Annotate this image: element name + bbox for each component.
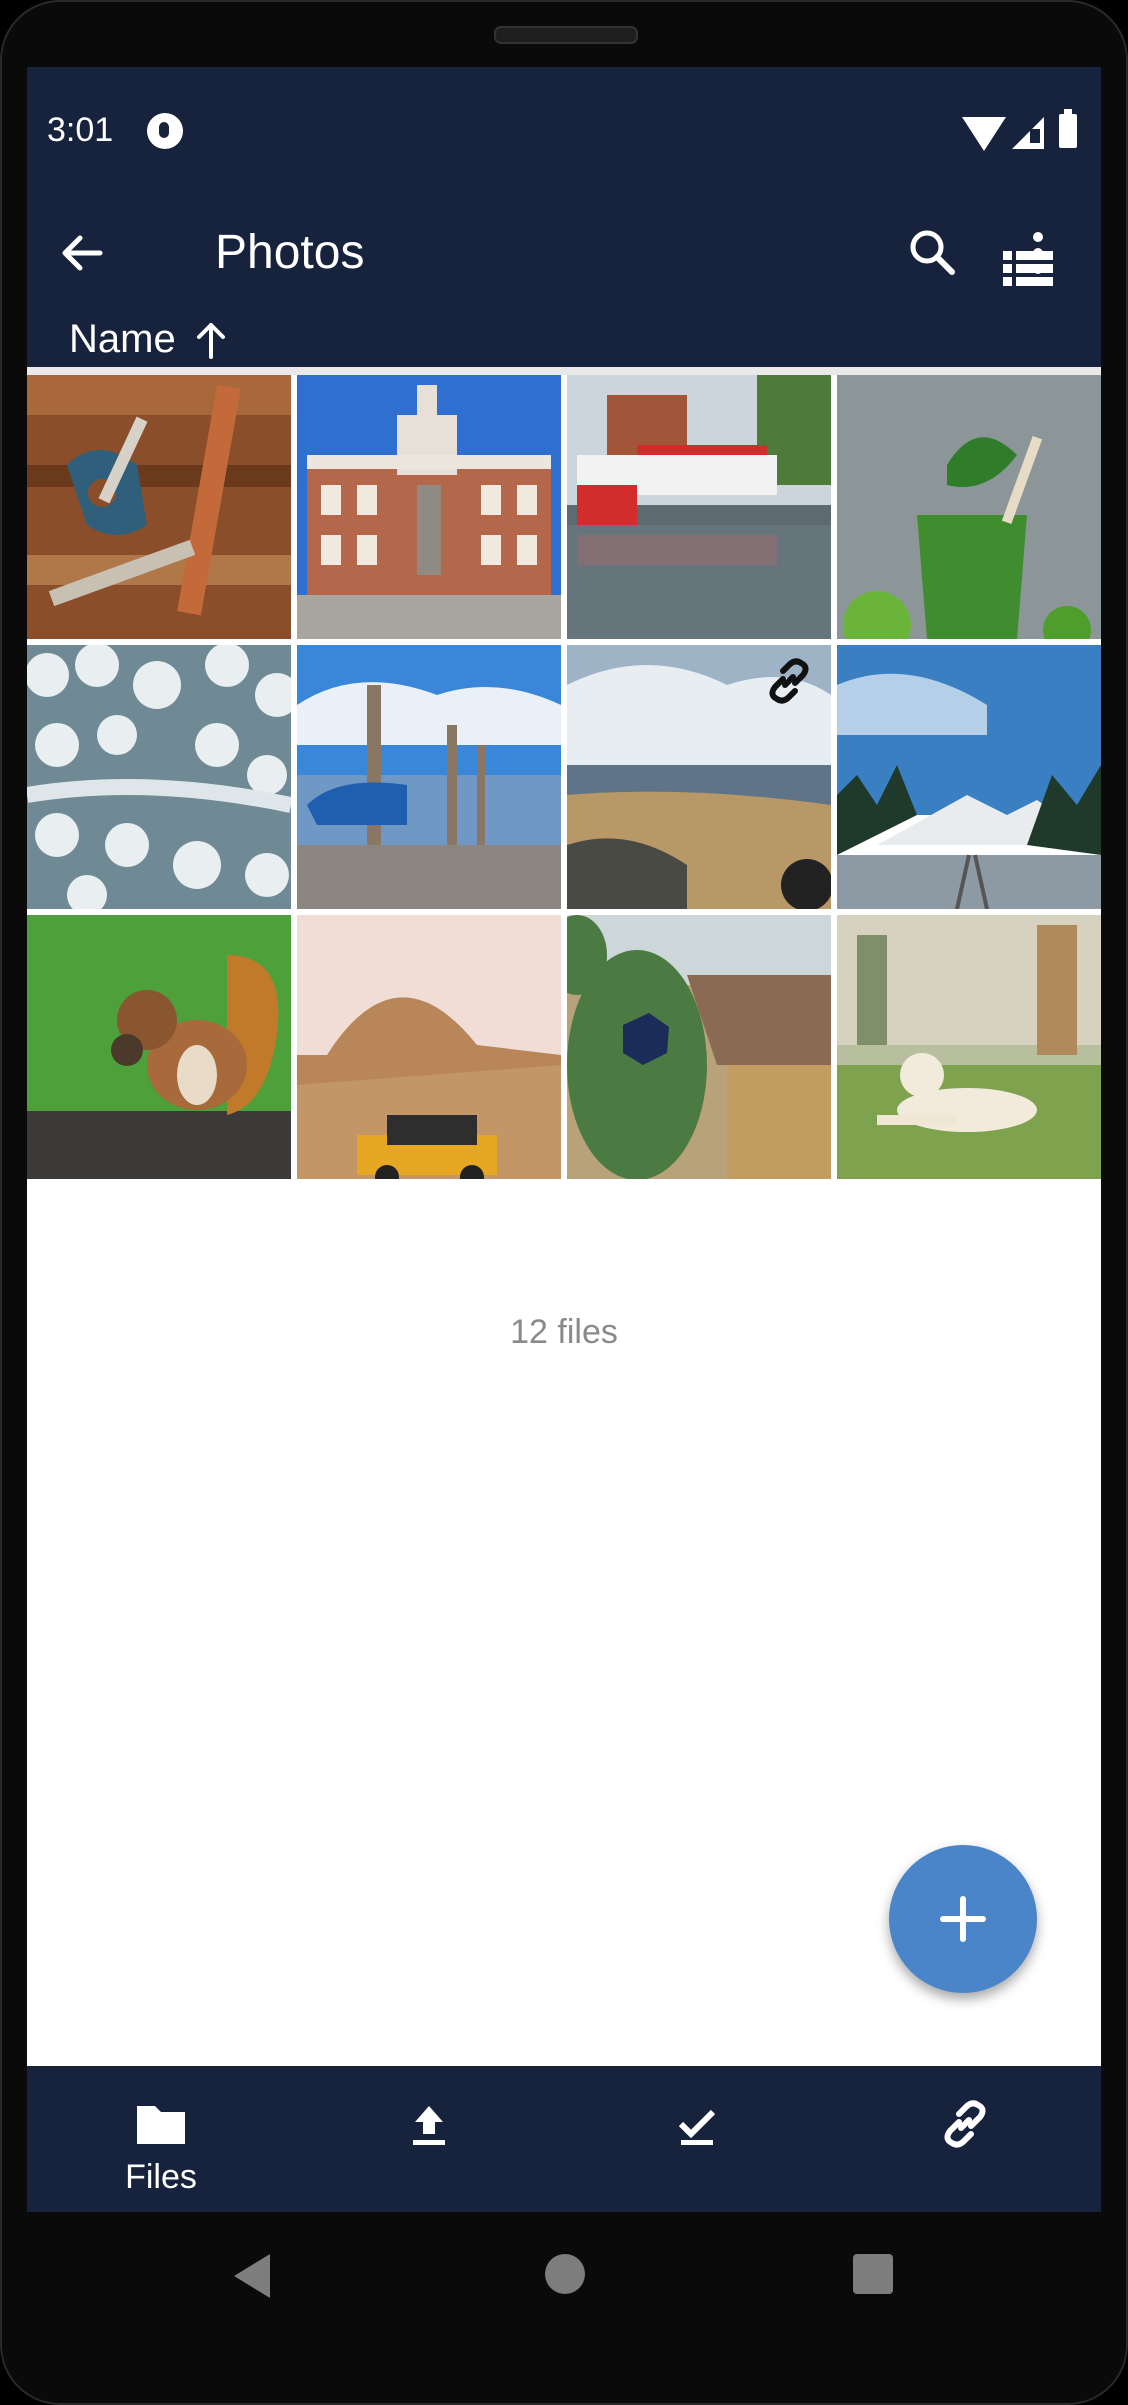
photo-thumbnail-desert-jeep[interactable] bbox=[297, 915, 561, 1179]
cell-signal-icon bbox=[1012, 117, 1044, 149]
page-title: Photos bbox=[215, 226, 365, 279]
checkmark-icon bbox=[678, 2109, 716, 2145]
nav-item-shared-links[interactable] bbox=[831, 2066, 1099, 2212]
nav-item-files[interactable]: Files bbox=[27, 2066, 295, 2212]
earpiece-speaker bbox=[494, 26, 638, 44]
photo-thumbnail-squirrel[interactable] bbox=[27, 915, 291, 1179]
photo-thumbnail-city-hall[interactable] bbox=[297, 375, 561, 639]
plus-icon bbox=[940, 1896, 986, 1942]
photo-thumbnail-cactus[interactable] bbox=[567, 915, 831, 1179]
bottom-navigation: Files bbox=[27, 2066, 1101, 2212]
system-recents-icon[interactable] bbox=[853, 2254, 893, 2294]
photo-thumbnail-snowy-forest[interactable] bbox=[27, 645, 291, 909]
photo-thumbnail-beach[interactable] bbox=[567, 645, 831, 909]
system-navigation-bar bbox=[0, 2212, 1128, 2332]
notification-icon bbox=[147, 113, 183, 149]
photo-thumbnail-tools[interactable] bbox=[27, 375, 291, 639]
system-home-icon[interactable] bbox=[545, 2254, 585, 2294]
folder-icon bbox=[137, 2106, 185, 2144]
sort-ascending-icon bbox=[197, 323, 225, 359]
phone-frame: 3:01 Photos Name 12 files Files bbox=[0, 0, 1128, 2405]
photo-grid bbox=[27, 367, 1101, 1179]
status-bar: 3:01 bbox=[27, 67, 1101, 195]
nav-item-uploads[interactable] bbox=[295, 2066, 563, 2212]
sort-control[interactable]: Name bbox=[27, 307, 1101, 367]
add-fab-button[interactable] bbox=[889, 1845, 1037, 1993]
link-icon bbox=[944, 2100, 986, 2148]
nav-label-files: Files bbox=[125, 2158, 197, 2196]
photo-thumbnail-mountains-railway[interactable] bbox=[837, 645, 1101, 909]
search-icon[interactable] bbox=[905, 225, 961, 281]
system-back-icon[interactable] bbox=[230, 2252, 274, 2300]
status-time: 3:01 bbox=[47, 111, 114, 149]
photo-thumbnail-green-smoothie[interactable] bbox=[837, 375, 1101, 639]
photo-thumbnail-boat-on-lake[interactable] bbox=[297, 645, 561, 909]
app-bar: Photos Name bbox=[27, 195, 1101, 367]
app-screen: 3:01 Photos Name 12 files Files bbox=[27, 67, 1101, 2212]
back-arrow-icon[interactable] bbox=[52, 223, 112, 283]
upload-icon bbox=[413, 2106, 445, 2145]
sort-label: Name bbox=[69, 317, 176, 361]
photo-thumbnail-dog-on-grass[interactable] bbox=[837, 915, 1101, 1179]
file-count: 12 files bbox=[510, 1313, 618, 1351]
shared-link-icon bbox=[769, 658, 809, 704]
wifi-icon bbox=[962, 117, 1006, 151]
list-view-icon[interactable] bbox=[1003, 249, 1053, 289]
nav-item-available-offline[interactable] bbox=[563, 2066, 831, 2212]
photo-thumbnail-riverboat[interactable] bbox=[567, 375, 831, 639]
battery-icon bbox=[1059, 109, 1077, 148]
